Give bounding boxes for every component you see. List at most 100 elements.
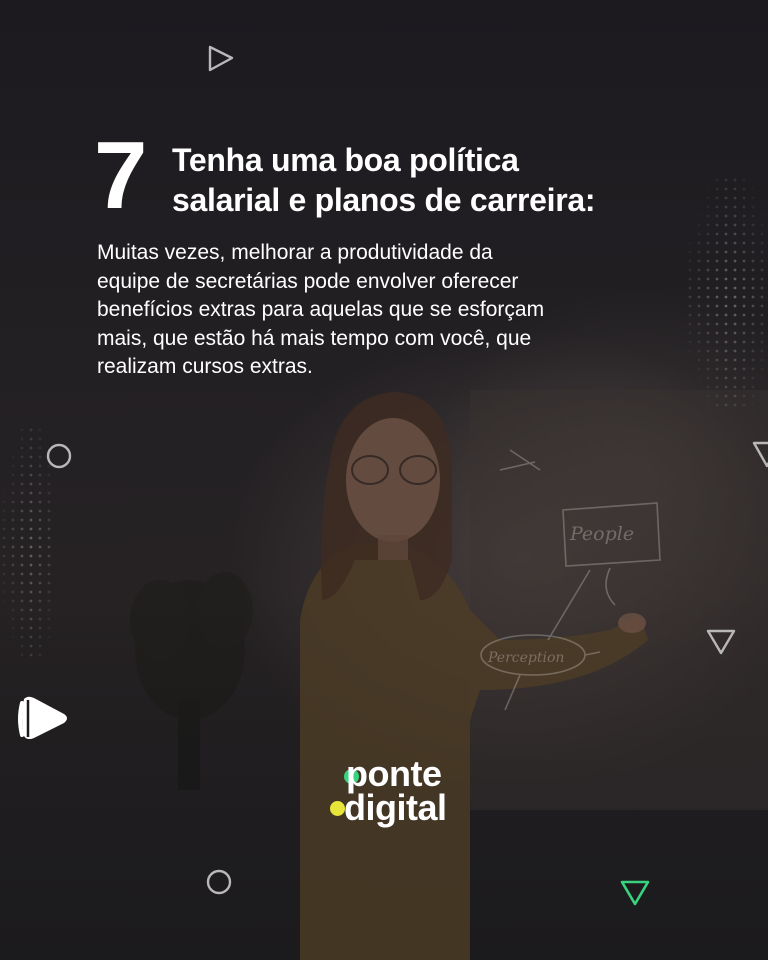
pattern-dot <box>20 446 24 450</box>
pattern-dot <box>751 286 755 290</box>
pattern-dot <box>715 241 719 245</box>
pattern-dot <box>3 501 6 504</box>
pattern-dot <box>697 268 701 272</box>
pattern-dot <box>697 277 701 281</box>
pattern-dot <box>751 349 755 353</box>
pattern-dot <box>20 482 24 486</box>
pattern-dot <box>751 250 755 254</box>
pattern-dot <box>11 491 15 495</box>
pattern-dot <box>2 563 6 567</box>
circle-outline-icon <box>206 869 232 895</box>
pattern-dot <box>47 518 51 522</box>
pattern-dot <box>2 536 6 540</box>
pattern-dot <box>733 322 737 326</box>
pattern-dot <box>11 473 15 477</box>
pattern-dot <box>20 491 24 495</box>
pattern-dot <box>760 259 764 263</box>
pattern-dot <box>2 581 6 585</box>
pattern-dot <box>724 403 728 407</box>
pattern-dot <box>47 599 51 603</box>
pattern-dot <box>11 581 15 585</box>
pattern-dot <box>733 241 737 245</box>
pattern-dot <box>706 295 710 299</box>
pattern-dot <box>733 304 737 308</box>
pattern-dot <box>752 197 755 200</box>
pattern-dot <box>752 404 755 407</box>
pattern-dot <box>742 268 746 272</box>
pattern-dot <box>38 473 42 477</box>
pattern-dot <box>742 277 746 281</box>
pattern-dot <box>760 304 764 308</box>
pattern-dot <box>706 349 710 353</box>
pattern-dot <box>733 340 737 344</box>
pattern-dot <box>760 241 764 245</box>
pattern-dot <box>742 232 746 236</box>
pattern-dot <box>48 636 51 639</box>
pattern-dot <box>29 644 33 648</box>
pattern-dot <box>20 527 24 531</box>
ponte-digital-logo: ponte digital <box>326 756 456 832</box>
pattern-dot <box>742 313 746 317</box>
pattern-dot <box>715 394 719 398</box>
pattern-dot <box>724 286 728 290</box>
pattern-dot <box>20 455 24 459</box>
pattern-dot <box>724 376 728 380</box>
pattern-dot <box>742 376 746 380</box>
pattern-dot <box>47 473 51 477</box>
pattern-dot <box>715 295 719 299</box>
pattern-dot <box>2 509 6 513</box>
pattern-dot <box>29 572 33 576</box>
pattern-dot <box>715 349 719 353</box>
pattern-dot <box>751 331 755 335</box>
body-line: benefícios extras para aquelas que se es… <box>97 298 545 321</box>
pattern-dot <box>724 250 728 254</box>
pattern-dot <box>715 286 719 290</box>
pattern-dot <box>38 536 42 540</box>
pattern-dot <box>715 313 719 317</box>
slide-title: Tenha uma boa política salarial e planos… <box>172 140 752 220</box>
pattern-dot <box>38 563 42 567</box>
pattern-dot <box>20 590 24 594</box>
pattern-dot <box>697 295 701 299</box>
pattern-dot <box>29 626 33 630</box>
pattern-dot <box>760 313 764 317</box>
pattern-dot <box>733 277 737 281</box>
pattern-dot <box>706 313 710 317</box>
plant-silhouette <box>130 572 253 790</box>
pattern-dot <box>38 599 42 603</box>
body-line: realizam cursos extras. <box>97 355 313 378</box>
pattern-dot <box>724 223 728 227</box>
pattern-dot <box>12 456 15 459</box>
pattern-dot <box>47 509 51 513</box>
pattern-dot <box>20 509 24 513</box>
pattern-dot <box>12 636 15 639</box>
pattern-dot <box>20 572 24 576</box>
pattern-dot <box>742 349 746 353</box>
pattern-dot <box>715 340 719 344</box>
pattern-dot <box>47 536 51 540</box>
pattern-dot <box>697 250 701 254</box>
pattern-dot <box>706 376 710 380</box>
pattern-dot <box>733 394 737 398</box>
pattern-dot <box>751 277 755 281</box>
pattern-dot <box>733 376 737 380</box>
pattern-dot <box>11 482 15 486</box>
pattern-dot <box>733 367 737 371</box>
pattern-dot <box>20 536 24 540</box>
pattern-dot <box>761 215 764 218</box>
pattern-dot <box>29 446 33 450</box>
pattern-dot <box>751 268 755 272</box>
pattern-dot <box>38 590 42 594</box>
pattern-dot <box>724 367 728 371</box>
pattern-dot <box>724 295 728 299</box>
pattern-dot <box>47 545 51 549</box>
pattern-dot <box>706 358 710 362</box>
pattern-dot <box>697 322 701 326</box>
pattern-dot <box>742 385 746 389</box>
pattern-dot <box>751 313 755 317</box>
pattern-dot <box>3 492 6 495</box>
pattern-dot <box>29 653 33 657</box>
pattern-dot <box>29 536 33 540</box>
pattern-dot <box>706 385 710 389</box>
pattern-dot <box>760 268 764 272</box>
